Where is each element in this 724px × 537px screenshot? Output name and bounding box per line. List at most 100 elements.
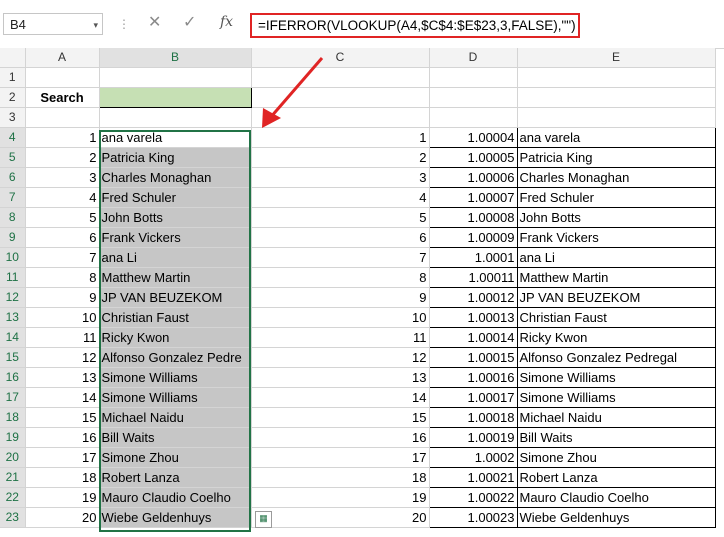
cancel-icon[interactable]: ✕	[148, 12, 161, 32]
cell-a[interactable]	[25, 67, 100, 88]
cell-e[interactable]: Charles Monaghan	[516, 167, 716, 188]
cell-d[interactable]: 1.00022	[428, 487, 518, 508]
cell-e[interactable]: Simone Zhou	[516, 447, 716, 468]
row-header[interactable]: 1	[0, 67, 26, 88]
cell-c[interactable]: 4	[251, 187, 430, 208]
quick-analysis-icon[interactable]: ▦	[255, 511, 272, 528]
cell-b[interactable]: Alfonso Gonzalez Pedre	[99, 347, 252, 368]
cell-e[interactable]: Simone Williams	[516, 387, 716, 408]
row-header[interactable]: 22	[0, 487, 26, 508]
cell-b[interactable]: John Botts	[99, 207, 252, 228]
cell-e[interactable]: Frank Vickers	[516, 227, 716, 248]
cell-e[interactable]: Robert Lanza	[516, 467, 716, 488]
row-header[interactable]: 13	[0, 307, 26, 328]
row-header[interactable]: 9	[0, 227, 26, 248]
cell-a[interactable]: 13	[25, 367, 100, 388]
row-header[interactable]: 11	[0, 267, 26, 288]
cell-e[interactable]: Wiebe Geldenhuys	[516, 507, 716, 528]
cell-e[interactable]: Bill Waits	[516, 427, 716, 448]
cell-c[interactable]: 19	[251, 487, 430, 508]
cell-d[interactable]	[429, 87, 518, 108]
name-box-dropdown-icon[interactable]: ▾	[93, 14, 98, 36]
cell-c[interactable]: 10	[251, 307, 430, 328]
column-header-d[interactable]: D	[429, 48, 518, 68]
cell-c[interactable]: 14	[251, 387, 430, 408]
row-header[interactable]: 2	[0, 87, 26, 108]
cell-b[interactable]: ana varela	[99, 127, 252, 148]
cell-b[interactable]: Wiebe Geldenhuys	[99, 507, 252, 528]
cell-e[interactable]: Michael Naidu	[516, 407, 716, 428]
cell-d[interactable]: 1.00009	[428, 227, 518, 248]
cell-b[interactable]: Bill Waits	[99, 427, 252, 448]
cell-a[interactable]: 7	[25, 247, 100, 268]
cell-c[interactable]: 7	[251, 247, 430, 268]
cell-a[interactable]: 14	[25, 387, 100, 408]
cell-e[interactable]: John Botts	[516, 207, 716, 228]
cell-c[interactable]: 12	[251, 347, 430, 368]
cell-b[interactable]: Michael Naidu	[99, 407, 252, 428]
cell-b[interactable]: Simone Williams	[99, 367, 252, 388]
cell-d[interactable]: 1.00021	[428, 467, 518, 488]
cell-d[interactable]: 1.0001	[428, 247, 518, 268]
cell-a[interactable]: 8	[25, 267, 100, 288]
row-header[interactable]: 19	[0, 427, 26, 448]
cell-c[interactable]	[251, 107, 430, 128]
cell-d[interactable]	[429, 67, 518, 88]
search-label[interactable]: Search	[25, 87, 100, 108]
cell-a[interactable]: 10	[25, 307, 100, 328]
insert-function-icon[interactable]: fx	[220, 14, 233, 30]
row-header[interactable]: 18	[0, 407, 26, 428]
row-header[interactable]: 4	[0, 127, 26, 148]
cell-c[interactable]: 5	[251, 207, 430, 228]
cell-b[interactable]: JP VAN BEUZEKOM	[99, 287, 252, 308]
column-header-c[interactable]: C	[251, 48, 430, 68]
cell-a[interactable]: 5	[25, 207, 100, 228]
cell-d[interactable]: 1.00016	[428, 367, 518, 388]
row-header[interactable]: 17	[0, 387, 26, 408]
cell-a[interactable]	[25, 107, 100, 128]
row-header[interactable]: 3	[0, 107, 26, 128]
cell-c[interactable]: 9	[251, 287, 430, 308]
cell-d[interactable]	[429, 107, 518, 128]
cell-e[interactable]	[517, 67, 716, 88]
cell-b[interactable]: Christian Faust	[99, 307, 252, 328]
cell-e[interactable]: Christian Faust	[516, 307, 716, 328]
cell-d[interactable]: 1.00011	[428, 267, 518, 288]
cell-c[interactable]: 13	[251, 367, 430, 388]
enter-icon[interactable]: ✓	[183, 12, 196, 32]
cell-c[interactable]: 3	[251, 167, 430, 188]
cell-e[interactable]: Patricia King	[516, 147, 716, 168]
cell-b[interactable]: Fred Schuler	[99, 187, 252, 208]
cell-d[interactable]: 1.00013	[428, 307, 518, 328]
cell-b[interactable]	[99, 67, 252, 88]
cell-a[interactable]: 19	[25, 487, 100, 508]
cell-b[interactable]	[99, 107, 252, 128]
cell-e[interactable]	[517, 87, 716, 108]
column-header-b[interactable]: B	[99, 48, 252, 68]
row-header[interactable]: 8	[0, 207, 26, 228]
cell-b[interactable]: ana Li	[99, 247, 252, 268]
cell-a[interactable]: 16	[25, 427, 100, 448]
cell-c[interactable]: 8	[251, 267, 430, 288]
cell-d[interactable]: 1.00018	[428, 407, 518, 428]
cell-a[interactable]: 11	[25, 327, 100, 348]
cell-b[interactable]: Ricky Kwon	[99, 327, 252, 348]
cell-c[interactable]	[251, 67, 430, 88]
cell-b[interactable]: Patricia King	[99, 147, 252, 168]
cell-c[interactable]	[251, 87, 430, 108]
cell-e[interactable]: Ricky Kwon	[516, 327, 716, 348]
row-header[interactable]: 6	[0, 167, 26, 188]
cell-c[interactable]: 17	[251, 447, 430, 468]
cell-c[interactable]: 6	[251, 227, 430, 248]
cell-c[interactable]: 2	[251, 147, 430, 168]
cell-b[interactable]: Simone Zhou	[99, 447, 252, 468]
cell-e[interactable]: Simone Williams	[516, 367, 716, 388]
cell-a[interactable]: 17	[25, 447, 100, 468]
cell-d[interactable]: 1.00004	[428, 127, 518, 148]
row-header[interactable]: 5	[0, 147, 26, 168]
cell-b[interactable]: Mauro Claudio Coelho	[99, 487, 252, 508]
cell-d[interactable]: 1.00015	[428, 347, 518, 368]
cell-e[interactable]: ana varela	[516, 127, 716, 148]
cell-d[interactable]: 1.00005	[428, 147, 518, 168]
cell-d[interactable]: 1.00019	[428, 427, 518, 448]
